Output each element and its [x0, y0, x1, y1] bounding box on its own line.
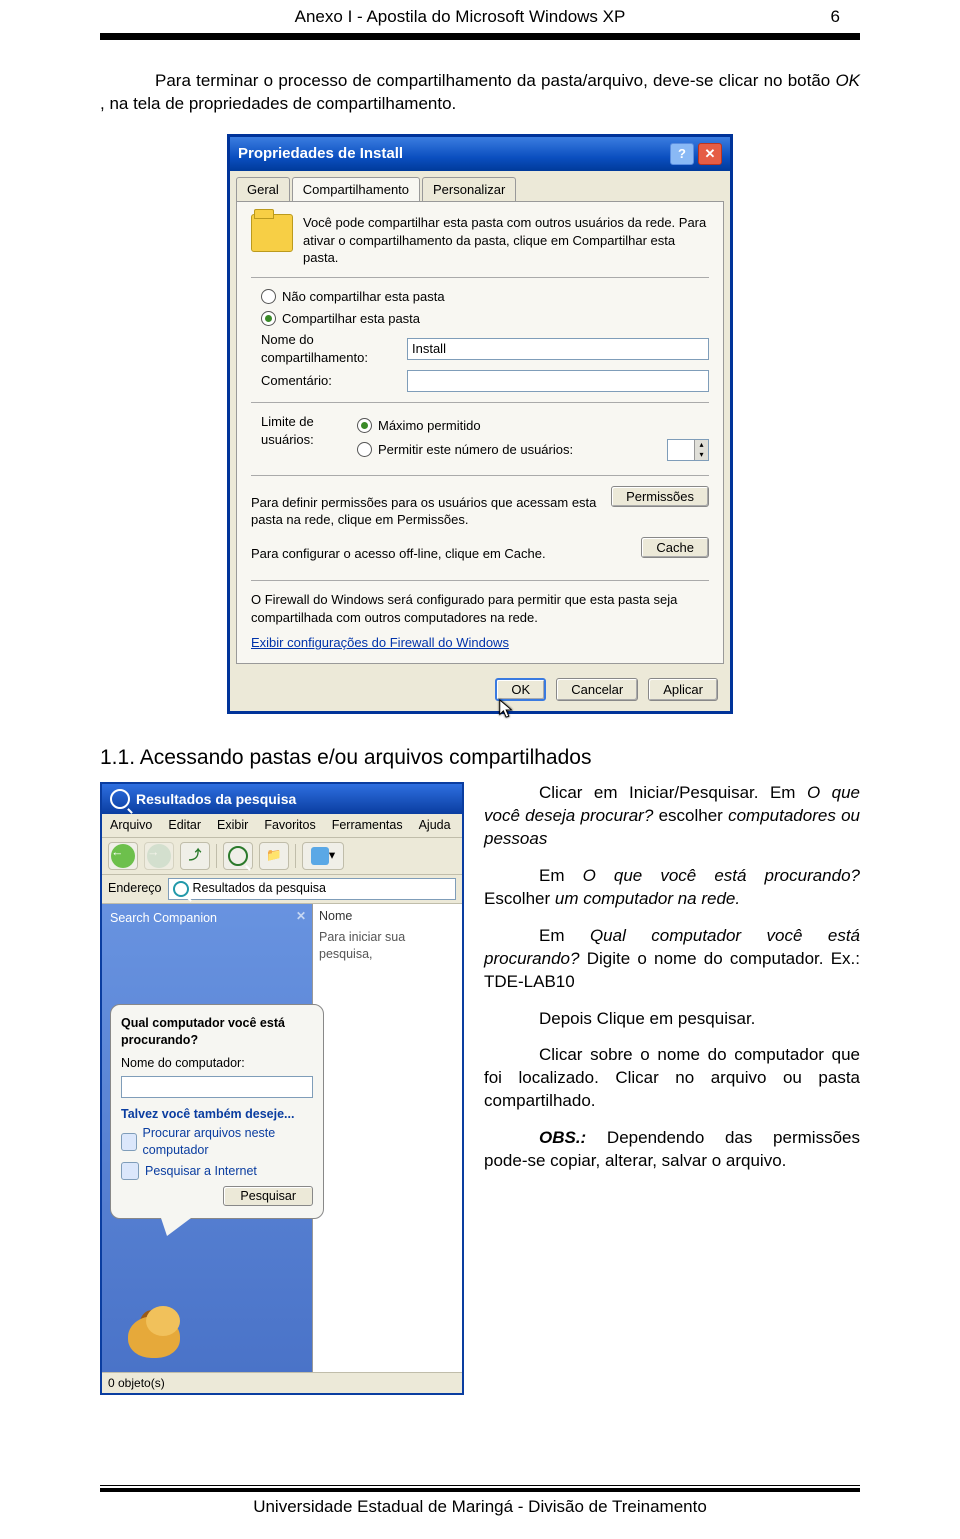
search-companion-pane: Search Companion ✕ Qual computador você …	[102, 904, 312, 1372]
balloon-question: Qual computador você está procurando?	[121, 1015, 313, 1049]
back-button[interactable]: ←	[108, 842, 138, 870]
views-button[interactable]: ▾	[302, 842, 344, 870]
search-dog-icon	[120, 1298, 190, 1362]
menu-exibir[interactable]: Exibir	[217, 817, 248, 834]
option-search-internet[interactable]: Pesquisar a Internet	[121, 1162, 313, 1180]
share-name-label: Nome do compartilhamento:	[261, 331, 401, 366]
dialog-titlebar[interactable]: Propriedades de Install ? ✕	[230, 137, 730, 171]
cache-text: Para configurar o acesso off-line, cliqu…	[251, 545, 631, 563]
menu-editar[interactable]: Editar	[168, 817, 201, 834]
ok-button[interactable]: OK	[495, 678, 546, 701]
address-label: Endereço	[108, 880, 162, 897]
page-number: 6	[800, 6, 840, 29]
menu-favoritos[interactable]: Favoritos	[264, 817, 315, 834]
column-header-nome[interactable]: Nome	[319, 908, 456, 925]
results-hint: Para iniciar sua pesquisa,	[319, 929, 456, 963]
internet-search-icon	[121, 1162, 139, 1180]
search-balloon: Qual computador você está procurando? No…	[110, 1004, 324, 1219]
dialog-title-text: Propriedades de Install	[238, 144, 666, 164]
search-window-titlebar[interactable]: Resultados da pesquisa	[102, 784, 462, 814]
up-button[interactable]: ⤴	[180, 842, 210, 870]
help-button[interactable]: ?	[670, 143, 694, 165]
balloon-also: Talvez você também deseje...	[121, 1106, 313, 1123]
tab-content: Você pode compartilhar esta pasta com ou…	[236, 201, 724, 663]
footer-rule-thin	[100, 1485, 860, 1486]
permissions-button[interactable]: Permissões	[611, 486, 709, 507]
obs-label: OBS.:	[539, 1128, 586, 1147]
running-header: Anexo I - Apostila do Microsoft Windows …	[0, 0, 960, 33]
step-click-result: Clicar sobre o nome do computador que fo…	[484, 1044, 860, 1113]
comment-input[interactable]	[407, 370, 709, 392]
tab-compartilhamento[interactable]: Compartilhamento	[292, 177, 420, 202]
search-toolbar-button[interactable]	[223, 842, 253, 870]
user-limit-label: Limite de usuários:	[261, 413, 351, 448]
instruction-text: Clicar em Iniciar/Pesquisar. Em O que vo…	[484, 782, 860, 1395]
tab-personalizar[interactable]: Personalizar	[422, 177, 516, 202]
firewall-text: O Firewall do Windows será configurado p…	[251, 591, 709, 626]
running-footer: Universidade Estadual de Maringá - Divis…	[0, 1496, 960, 1539]
radio-no-share-label: Não compartilhar esta pasta	[282, 288, 445, 306]
radio-num[interactable]	[357, 442, 372, 457]
search-companion-label: Search Companion	[102, 904, 312, 933]
search-icon	[110, 789, 130, 809]
header-rule	[100, 33, 860, 37]
dialog-description: Você pode compartilhar esta pasta com ou…	[303, 214, 709, 267]
menu-ferramentas[interactable]: Ferramentas	[332, 817, 403, 834]
search-button[interactable]: Pesquisar	[223, 1186, 313, 1206]
menu-ajuda[interactable]: Ajuda	[419, 817, 451, 834]
radio-max-label: Máximo permitido	[378, 417, 481, 435]
search-results-window: Resultados da pesquisa Arquivo Editar Ex…	[100, 782, 464, 1395]
status-bar: 0 objeto(s)	[102, 1372, 462, 1393]
footer-rule-thick	[100, 1488, 860, 1492]
address-input[interactable]: Resultados da pesquisa	[168, 878, 456, 900]
intro-text-pre: Para terminar o processo de compartilham…	[155, 71, 835, 90]
step-click-search: Depois Clique em pesquisar.	[484, 1008, 860, 1031]
dialog-button-row: OK Cancelar Aplicar	[230, 670, 730, 711]
address-bar: Endereço Resultados da pesquisa	[102, 875, 462, 904]
menubar: Arquivo Editar Exibir Favoritos Ferramen…	[102, 814, 462, 838]
firewall-link[interactable]: Exibir configurações do Firewall do Wind…	[251, 635, 509, 650]
results-list: Nome Para iniciar sua pesquisa,	[312, 904, 462, 1372]
radio-share[interactable]	[261, 311, 276, 326]
share-name-input[interactable]: Install	[407, 338, 709, 360]
apply-button[interactable]: Aplicar	[648, 678, 718, 701]
search-window-title: Resultados da pesquisa	[136, 790, 296, 809]
permissions-text: Para definir permissões para os usuários…	[251, 494, 601, 529]
option-search-files[interactable]: Procurar arquivos neste computador	[121, 1125, 313, 1159]
section-heading: 1.1. Acessando pastas e/ou arquivos comp…	[100, 744, 860, 772]
address-icon	[173, 881, 189, 897]
radio-num-label: Permitir este número de usuários:	[378, 441, 573, 459]
radio-share-label: Compartilhar esta pasta	[282, 310, 420, 328]
radio-max[interactable]	[357, 418, 372, 433]
computer-name-label: Nome do computador:	[121, 1055, 313, 1072]
pane-close-icon[interactable]: ✕	[296, 908, 306, 924]
user-count-spinner[interactable]: ▴▾	[667, 439, 709, 461]
folders-button[interactable]: 📁	[259, 842, 289, 870]
close-button[interactable]: ✕	[698, 143, 722, 165]
header-title: Anexo I - Apostila do Microsoft Windows …	[120, 6, 800, 29]
intro-paragraph: Para terminar o processo de compartilham…	[100, 70, 860, 116]
toolbar: ← → ⤴ 📁 ▾	[102, 838, 462, 875]
cancel-button[interactable]: Cancelar	[556, 678, 638, 701]
address-value: Resultados da pesquisa	[193, 880, 326, 897]
comment-label: Comentário:	[261, 372, 401, 390]
file-search-icon	[121, 1133, 137, 1151]
radio-no-share[interactable]	[261, 289, 276, 304]
cache-button[interactable]: Cache	[641, 537, 709, 558]
intro-ok: OK	[835, 71, 860, 90]
dialog-tabs: Geral Compartilhamento Personalizar	[230, 171, 730, 202]
computer-name-input[interactable]	[121, 1076, 313, 1098]
folder-share-icon	[251, 214, 293, 252]
properties-dialog: Propriedades de Install ? ✕ Geral Compar…	[227, 134, 733, 714]
intro-text-post: , na tela de propriedades de compartilha…	[100, 94, 456, 113]
menu-arquivo[interactable]: Arquivo	[110, 817, 152, 834]
forward-button[interactable]: →	[144, 842, 174, 870]
tab-geral[interactable]: Geral	[236, 177, 290, 202]
